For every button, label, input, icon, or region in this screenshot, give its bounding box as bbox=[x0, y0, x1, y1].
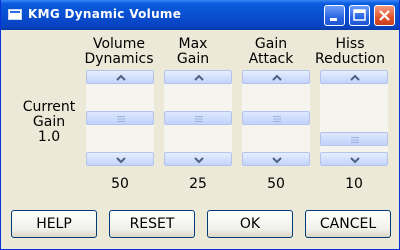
gain-attack-down-button[interactable] bbox=[242, 152, 310, 166]
gain-attack-up-button[interactable] bbox=[242, 70, 310, 84]
volume-dynamics-slider[interactable] bbox=[86, 70, 154, 166]
close-icon bbox=[379, 10, 390, 21]
hiss-reduction-label: Hiss Reduction bbox=[315, 36, 385, 67]
max-gain-value: 25 bbox=[189, 176, 207, 192]
chevron-down-icon bbox=[350, 157, 360, 164]
help-button[interactable]: HELP bbox=[11, 210, 97, 238]
chevron-down-icon bbox=[272, 157, 282, 164]
volume-dynamics-thumb[interactable] bbox=[86, 111, 154, 125]
minimize-button[interactable] bbox=[324, 5, 345, 26]
gain-attack-label: Gain Attack bbox=[248, 36, 294, 67]
hiss-reduction-value: 10 bbox=[345, 176, 363, 192]
max-gain-slider[interactable] bbox=[164, 70, 232, 166]
current-gain-value: 1.0 bbox=[37, 129, 61, 145]
chevron-up-icon bbox=[116, 74, 126, 81]
current-gain-label-line2: Gain bbox=[32, 114, 66, 130]
close-button[interactable] bbox=[374, 5, 395, 26]
current-gain-label: Current Gain 1.0 bbox=[19, 100, 79, 145]
chevron-up-icon bbox=[272, 74, 282, 81]
volume-dynamics-label: Volume Dynamics bbox=[84, 36, 154, 67]
ok-button[interactable]: OK bbox=[207, 210, 293, 238]
max-gain-label: Max Gain bbox=[176, 36, 210, 67]
hiss-reduction-up-button[interactable] bbox=[320, 70, 388, 84]
max-gain-up-button[interactable] bbox=[164, 70, 232, 84]
minimize-icon bbox=[330, 18, 337, 21]
hiss-reduction-thumb[interactable] bbox=[320, 132, 388, 146]
grip-icon bbox=[351, 137, 359, 143]
maximize-icon bbox=[353, 9, 366, 21]
volume-dynamics-down-button[interactable] bbox=[86, 152, 154, 166]
chevron-down-icon bbox=[194, 157, 204, 164]
title-bar[interactable]: KMG Dynamic Volume bbox=[1, 0, 399, 30]
volume-dynamics-value: 50 bbox=[111, 176, 129, 192]
cancel-button[interactable]: CANCEL bbox=[305, 210, 391, 238]
gain-attack-value: 50 bbox=[267, 176, 285, 192]
reset-button[interactable]: RESET bbox=[109, 210, 195, 238]
window-icon bbox=[8, 9, 22, 20]
grip-icon bbox=[117, 116, 125, 122]
gain-attack-thumb[interactable] bbox=[242, 111, 310, 125]
grip-icon bbox=[195, 116, 203, 122]
maximize-button[interactable] bbox=[349, 5, 370, 26]
max-gain-thumb[interactable] bbox=[164, 111, 232, 125]
dialog-window: KMG Dynamic Volume Current Gain 1.0 Volu… bbox=[0, 0, 400, 250]
hiss-reduction-slider[interactable] bbox=[320, 70, 388, 166]
current-gain-label-line1: Current bbox=[22, 99, 76, 115]
hiss-reduction-down-button[interactable] bbox=[320, 152, 388, 166]
chevron-up-icon bbox=[194, 74, 204, 81]
gain-attack-slider[interactable] bbox=[242, 70, 310, 166]
grip-icon bbox=[273, 116, 281, 122]
window-title: KMG Dynamic Volume bbox=[28, 7, 182, 21]
chevron-up-icon bbox=[350, 74, 360, 81]
max-gain-down-button[interactable] bbox=[164, 152, 232, 166]
chevron-down-icon bbox=[116, 157, 126, 164]
volume-dynamics-up-button[interactable] bbox=[86, 70, 154, 84]
